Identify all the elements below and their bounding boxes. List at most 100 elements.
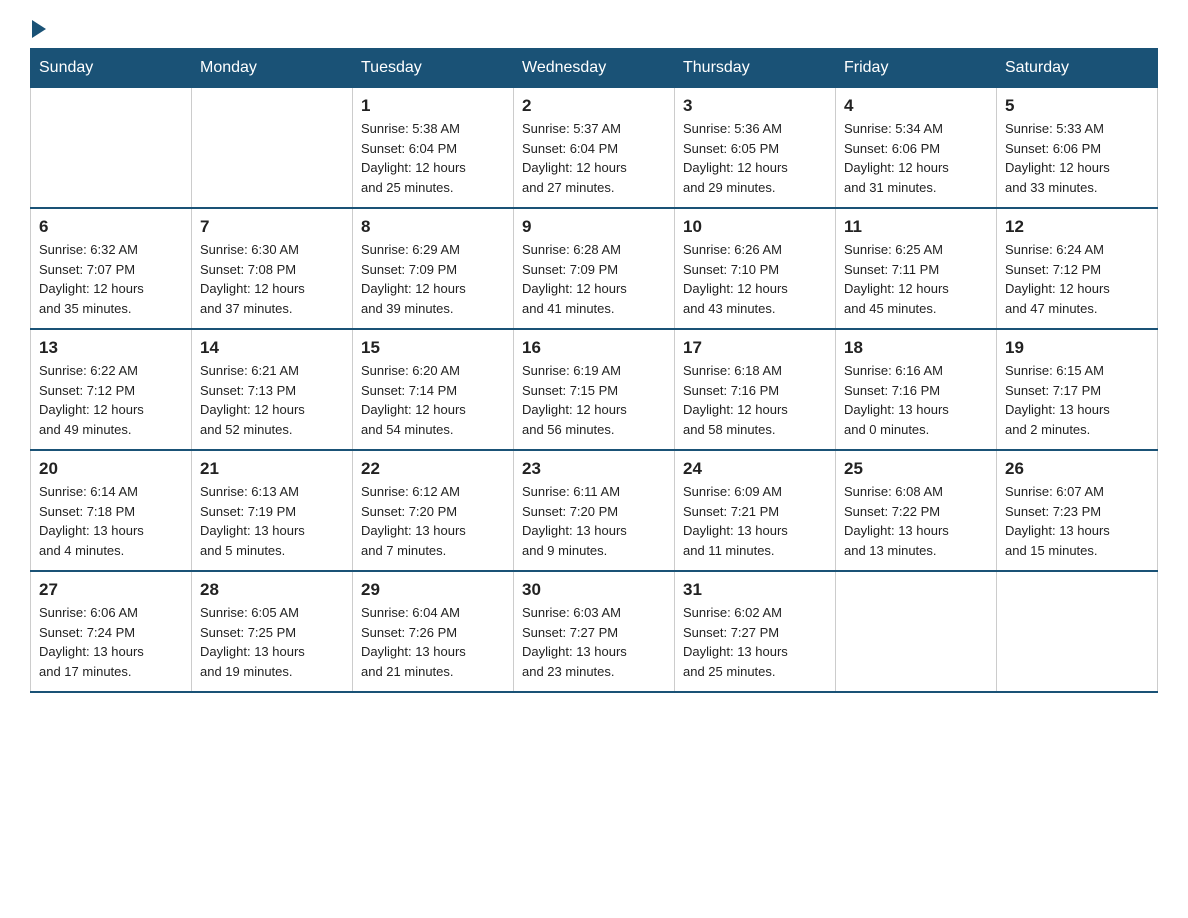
day-number: 18 (844, 338, 988, 358)
page-header (30, 20, 1158, 38)
calendar-cell: 30 Sunrise: 6:03 AMSunset: 7:27 PMDayligh… (514, 571, 675, 692)
calendar-cell: 1Sunrise: 5:38 AMSunset: 6:04 PMDaylight… (353, 88, 514, 209)
calendar-cell: 25Sunrise: 6:08 AMSunset: 7:22 PMDayligh… (836, 450, 997, 571)
day-number: 25 (844, 459, 988, 479)
day-number: 7 (200, 217, 344, 237)
day-info: Sunrise: 6:19 AMSunset: 7:15 PMDaylight:… (522, 361, 666, 439)
day-number: 4 (844, 96, 988, 116)
day-number: 27 (39, 580, 183, 600)
day-number: 12 (1005, 217, 1149, 237)
day-number: 5 (1005, 96, 1149, 116)
header-friday: Friday (836, 49, 997, 88)
day-number: 6 (39, 217, 183, 237)
header-wednesday: Wednesday (514, 49, 675, 88)
day-number: 11 (844, 217, 988, 237)
calendar-table: Sunday Monday Tuesday Wednesday Thursday… (30, 48, 1158, 693)
calendar-cell: 11Sunrise: 6:25 AMSunset: 7:11 PMDayligh… (836, 208, 997, 329)
calendar-header-row: Sunday Monday Tuesday Wednesday Thursday… (31, 49, 1158, 88)
day-info: Sunrise: 6:12 AMSunset: 7:20 PMDaylight:… (361, 482, 505, 560)
calendar-week-row: 1Sunrise: 5:38 AMSunset: 6:04 PMDaylight… (31, 88, 1158, 209)
calendar-cell: 7 Sunrise: 6:30 AMSunset: 7:08 PMDaylight… (192, 208, 353, 329)
calendar-cell: 9 Sunrise: 6:28 AMSunset: 7:09 PMDaylight… (514, 208, 675, 329)
calendar-cell: 10 Sunrise: 6:26 AMSunset: 7:10 PMDayligh… (675, 208, 836, 329)
day-info: Sunrise: 6:26 AMSunset: 7:10 PMDaylight:… (683, 240, 827, 318)
calendar-cell: 31 Sunrise: 6:02 AMSunset: 7:27 PMDayligh… (675, 571, 836, 692)
calendar-cell: 28Sunrise: 6:05 AMSunset: 7:25 PMDayligh… (192, 571, 353, 692)
day-info: Sunrise: 5:37 AMSunset: 6:04 PMDaylight:… (522, 119, 666, 197)
calendar-cell: 12 Sunrise: 6:24 AMSunset: 7:12 PMDayligh… (997, 208, 1158, 329)
day-number: 1 (361, 96, 505, 116)
day-info: Sunrise: 6:22 AMSunset: 7:12 PMDaylight:… (39, 361, 183, 439)
logo (30, 20, 46, 38)
calendar-cell (192, 88, 353, 209)
day-number: 21 (200, 459, 344, 479)
calendar-week-row: 27 Sunrise: 6:06 AMSunset: 7:24 PMDayligh… (31, 571, 1158, 692)
day-info: Sunrise: 6:13 AMSunset: 7:19 PMDaylight:… (200, 482, 344, 560)
day-info: Sunrise: 6:32 AMSunset: 7:07 PMDaylight:… (39, 240, 183, 318)
calendar-cell: 5 Sunrise: 5:33 AMSunset: 6:06 PMDaylight… (997, 88, 1158, 209)
day-number: 23 (522, 459, 666, 479)
day-number: 31 (683, 580, 827, 600)
day-info: Sunrise: 6:03 AMSunset: 7:27 PMDaylight:… (522, 603, 666, 681)
day-number: 17 (683, 338, 827, 358)
calendar-cell: 27 Sunrise: 6:06 AMSunset: 7:24 PMDayligh… (31, 571, 192, 692)
calendar-cell: 20 Sunrise: 6:14 AMSunset: 7:18 PMDayligh… (31, 450, 192, 571)
calendar-cell: 8 Sunrise: 6:29 AMSunset: 7:09 PMDaylight… (353, 208, 514, 329)
day-info: Sunrise: 5:36 AMSunset: 6:05 PMDaylight:… (683, 119, 827, 197)
day-info: Sunrise: 6:20 AMSunset: 7:14 PMDaylight:… (361, 361, 505, 439)
calendar-cell: 17 Sunrise: 6:18 AMSunset: 7:16 PMDayligh… (675, 329, 836, 450)
day-number: 30 (522, 580, 666, 600)
calendar-week-row: 6 Sunrise: 6:32 AMSunset: 7:07 PMDaylight… (31, 208, 1158, 329)
day-number: 29 (361, 580, 505, 600)
calendar-cell: 6 Sunrise: 6:32 AMSunset: 7:07 PMDaylight… (31, 208, 192, 329)
header-sunday: Sunday (31, 49, 192, 88)
day-info: Sunrise: 6:07 AMSunset: 7:23 PMDaylight:… (1005, 482, 1149, 560)
day-info: Sunrise: 6:29 AMSunset: 7:09 PMDaylight:… (361, 240, 505, 318)
day-info: Sunrise: 6:09 AMSunset: 7:21 PMDaylight:… (683, 482, 827, 560)
calendar-cell: 18 Sunrise: 6:16 AMSunset: 7:16 PMDayligh… (836, 329, 997, 450)
day-number: 9 (522, 217, 666, 237)
calendar-cell: 26 Sunrise: 6:07 AMSunset: 7:23 PMDayligh… (997, 450, 1158, 571)
calendar-cell: 13Sunrise: 6:22 AMSunset: 7:12 PMDayligh… (31, 329, 192, 450)
day-info: Sunrise: 6:24 AMSunset: 7:12 PMDaylight:… (1005, 240, 1149, 318)
day-info: Sunrise: 6:04 AMSunset: 7:26 PMDaylight:… (361, 603, 505, 681)
calendar-cell: 22 Sunrise: 6:12 AMSunset: 7:20 PMDayligh… (353, 450, 514, 571)
calendar-cell: 19Sunrise: 6:15 AMSunset: 7:17 PMDayligh… (997, 329, 1158, 450)
day-number: 22 (361, 459, 505, 479)
day-number: 16 (522, 338, 666, 358)
day-info: Sunrise: 6:15 AMSunset: 7:17 PMDaylight:… (1005, 361, 1149, 439)
day-info: Sunrise: 6:16 AMSunset: 7:16 PMDaylight:… (844, 361, 988, 439)
header-saturday: Saturday (997, 49, 1158, 88)
day-number: 8 (361, 217, 505, 237)
day-number: 10 (683, 217, 827, 237)
calendar-cell: 15 Sunrise: 6:20 AMSunset: 7:14 PMDayligh… (353, 329, 514, 450)
day-info: Sunrise: 5:34 AMSunset: 6:06 PMDaylight:… (844, 119, 988, 197)
day-number: 26 (1005, 459, 1149, 479)
calendar-cell: 29 Sunrise: 6:04 AMSunset: 7:26 PMDayligh… (353, 571, 514, 692)
header-thursday: Thursday (675, 49, 836, 88)
calendar-cell: 16 Sunrise: 6:19 AMSunset: 7:15 PMDayligh… (514, 329, 675, 450)
day-info: Sunrise: 6:06 AMSunset: 7:24 PMDaylight:… (39, 603, 183, 681)
calendar-cell: 3 Sunrise: 5:36 AMSunset: 6:05 PMDaylight… (675, 88, 836, 209)
day-number: 15 (361, 338, 505, 358)
day-number: 3 (683, 96, 827, 116)
calendar-cell (836, 571, 997, 692)
day-info: Sunrise: 6:21 AMSunset: 7:13 PMDaylight:… (200, 361, 344, 439)
day-number: 24 (683, 459, 827, 479)
day-info: Sunrise: 6:11 AMSunset: 7:20 PMDaylight:… (522, 482, 666, 560)
calendar-cell (997, 571, 1158, 692)
day-info: Sunrise: 6:30 AMSunset: 7:08 PMDaylight:… (200, 240, 344, 318)
calendar-week-row: 13Sunrise: 6:22 AMSunset: 7:12 PMDayligh… (31, 329, 1158, 450)
calendar-cell: 21 Sunrise: 6:13 AMSunset: 7:19 PMDayligh… (192, 450, 353, 571)
day-number: 20 (39, 459, 183, 479)
day-number: 14 (200, 338, 344, 358)
calendar-cell: 23 Sunrise: 6:11 AMSunset: 7:20 PMDayligh… (514, 450, 675, 571)
header-monday: Monday (192, 49, 353, 88)
calendar-cell: 2 Sunrise: 5:37 AMSunset: 6:04 PMDaylight… (514, 88, 675, 209)
day-info: Sunrise: 6:28 AMSunset: 7:09 PMDaylight:… (522, 240, 666, 318)
day-info: Sunrise: 6:18 AMSunset: 7:16 PMDaylight:… (683, 361, 827, 439)
day-info: Sunrise: 6:14 AMSunset: 7:18 PMDaylight:… (39, 482, 183, 560)
day-info: Sunrise: 6:02 AMSunset: 7:27 PMDaylight:… (683, 603, 827, 681)
day-info: Sunrise: 5:33 AMSunset: 6:06 PMDaylight:… (1005, 119, 1149, 197)
day-number: 2 (522, 96, 666, 116)
